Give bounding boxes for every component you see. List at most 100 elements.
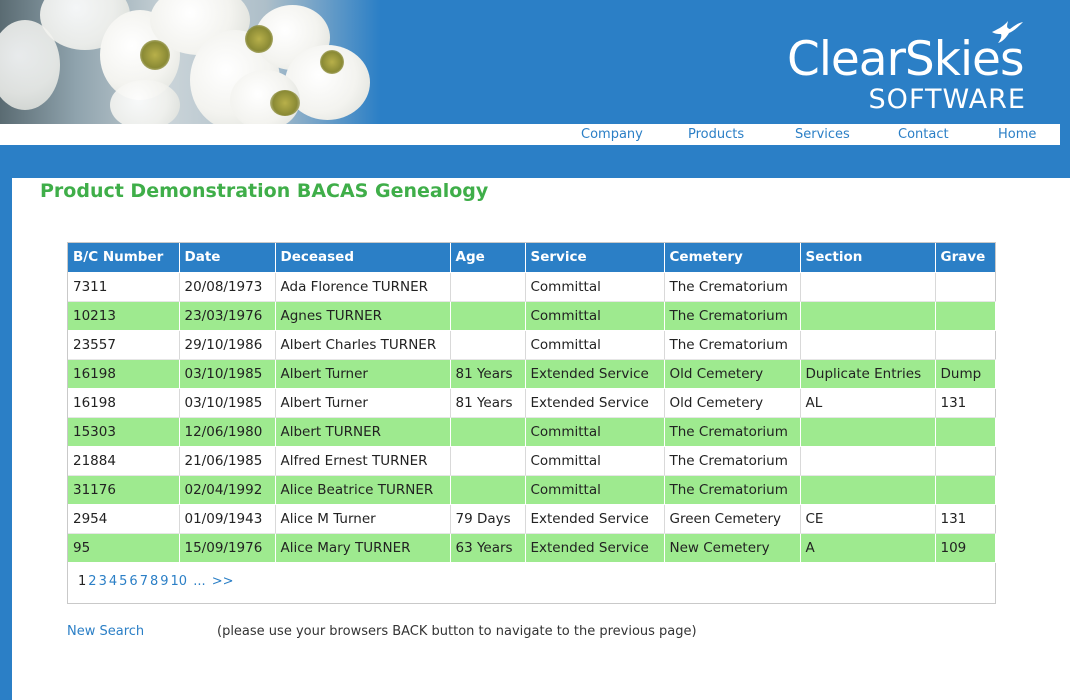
- table-row[interactable]: 7311 20/08/1973 Ada Florence TURNER Committ…: [68, 272, 995, 302]
- table-cell: Albert Charles TURNER: [275, 330, 451, 360]
- table-cell: Alice Beatrice TURNER: [275, 475, 451, 505]
- table-row[interactable]: 23557 29/10/1986 Albert Charles TURNER Comm…: [68, 330, 995, 360]
- table-row[interactable]: 16198 03/10/1985 Albert Turner 81 Years Exte…: [68, 359, 996, 389]
- table-cell: Dump: [935, 359, 996, 389]
- top-nav: Company Products Services Contact Home: [0, 124, 1060, 145]
- table-cell: [935, 272, 995, 302]
- table-cell: [450, 301, 526, 331]
- table-cell: Committal: [525, 301, 665, 331]
- table-cell: 81 Years: [450, 359, 526, 389]
- new-search-link[interactable]: New Search: [67, 624, 144, 639]
- table-cell: [800, 475, 936, 505]
- clearskies-logo[interactable]: ClearSkies SOFTWARE: [787, 18, 1032, 118]
- table-cell: [450, 417, 526, 447]
- table-cell: [800, 301, 936, 331]
- page-link[interactable]: 8: [150, 574, 158, 589]
- page-ellipsis: ...: [193, 574, 206, 589]
- table-cell: [935, 301, 996, 331]
- nav-products[interactable]: Products: [688, 127, 744, 142]
- back-button-note: (please use your browsers BACK button to…: [217, 624, 697, 639]
- table-cell: Old Cemetery: [664, 388, 801, 418]
- table-cell: 02/04/1992: [179, 475, 276, 505]
- table-cell: The Crematorium: [664, 417, 801, 447]
- table-cell: 10213: [68, 301, 180, 331]
- column-header[interactable]: Date: [179, 243, 276, 273]
- table-cell: 63 Years: [450, 533, 526, 563]
- nav-contact[interactable]: Contact: [898, 127, 949, 142]
- table-row[interactable]: 2954 01/09/1943 Alice M Turner 79 Days Exten…: [68, 504, 995, 534]
- column-header[interactable]: Section: [800, 243, 936, 273]
- table-cell: 12/06/1980: [179, 417, 276, 447]
- table-cell: 15/09/1976: [179, 533, 276, 563]
- table-cell: 23557: [68, 330, 180, 360]
- table-cell: Committal: [525, 475, 665, 505]
- table-cell: 21/06/1985: [179, 446, 276, 476]
- table-cell: 79 Days: [450, 504, 526, 534]
- table-cell: 03/10/1985: [179, 359, 276, 389]
- page-link[interactable]: 4: [109, 574, 117, 589]
- results-table: B/C Number Date Deceased Age Service Cem…: [68, 243, 996, 563]
- column-header[interactable]: Grave: [935, 243, 995, 273]
- nav-company[interactable]: Company: [581, 127, 643, 142]
- table-cell: Duplicate Entries: [800, 359, 936, 389]
- page-link[interactable]: 5: [119, 574, 127, 589]
- table-row[interactable]: 15303 12/06/1980 Albert TURNER Committal The…: [68, 417, 996, 447]
- table-cell: Old Cemetery: [664, 359, 801, 389]
- table-cell: Alfred Ernest TURNER: [275, 446, 451, 476]
- column-header[interactable]: Cemetery: [664, 243, 801, 273]
- table-cell: 29/10/1986: [179, 330, 276, 360]
- table-cell: CE: [800, 504, 936, 534]
- site-header: ClearSkies SOFTWARE: [0, 0, 1070, 124]
- table-cell: Committal: [525, 446, 665, 476]
- page-link[interactable]: 10: [171, 574, 188, 589]
- table-cell: New Cemetery: [664, 533, 801, 563]
- blossom-banner-image: [0, 0, 380, 124]
- logo-subtitle: SOFTWARE: [868, 84, 1026, 115]
- column-header[interactable]: Age: [450, 243, 526, 273]
- page-link[interactable]: 2: [88, 574, 96, 589]
- table-header-row: B/C Number Date Deceased Age Service Cem…: [68, 243, 995, 273]
- table-cell: [800, 446, 936, 476]
- table-cell: [450, 272, 526, 302]
- page-link[interactable]: 3: [99, 574, 107, 589]
- page-link[interactable]: 9: [160, 574, 168, 589]
- table-cell: Agnes TURNER: [275, 301, 451, 331]
- table-cell: 20/08/1973: [179, 272, 276, 302]
- table-cell: Albert TURNER: [275, 417, 451, 447]
- page-link[interactable]: 6: [129, 574, 137, 589]
- table-cell: 31176: [68, 475, 180, 505]
- table-cell: The Crematorium: [664, 475, 801, 505]
- table-cell: The Crematorium: [664, 446, 801, 476]
- table-row[interactable]: 21884 21/06/1985 Alfred Ernest TURNER Commi…: [68, 446, 995, 476]
- table-row[interactable]: 95 15/09/1976 Alice Mary TURNER 63 Years Ext…: [68, 533, 996, 563]
- table-cell: [450, 446, 526, 476]
- table-cell: [935, 475, 996, 505]
- table-cell: [800, 417, 936, 447]
- table-cell: 131: [935, 388, 995, 418]
- column-header[interactable]: Deceased: [275, 243, 451, 273]
- page-link[interactable]: 7: [140, 574, 148, 589]
- table-cell: [935, 446, 995, 476]
- table-row[interactable]: 31176 02/04/1992 Alice Beatrice TURNER Comm…: [68, 475, 996, 505]
- column-header[interactable]: B/C Number: [68, 243, 180, 273]
- page-title: Product Demonstration BACAS Genealogy: [40, 180, 489, 202]
- table-cell: [450, 330, 526, 360]
- table-cell: The Crematorium: [664, 272, 801, 302]
- table-cell: Extended Service: [525, 388, 665, 418]
- nav-home[interactable]: Home: [998, 127, 1036, 142]
- table-cell: Ada Florence TURNER: [275, 272, 451, 302]
- current-page: 1: [78, 574, 87, 589]
- table-cell: 15303: [68, 417, 180, 447]
- table-cell: Committal: [525, 272, 665, 302]
- table-cell: The Crematorium: [664, 301, 801, 331]
- table-row[interactable]: 16198 03/10/1985 Albert Turner 81 Years Exte…: [68, 388, 995, 418]
- table-row[interactable]: 10213 23/03/1976 Agnes TURNER Committal The …: [68, 301, 996, 331]
- table-cell: Extended Service: [525, 359, 665, 389]
- table-cell: [450, 475, 526, 505]
- nav-services[interactable]: Services: [795, 127, 850, 142]
- table-cell: AL: [800, 388, 936, 418]
- next-pages-link[interactable]: >>: [212, 574, 234, 589]
- table-cell: Alice Mary TURNER: [275, 533, 451, 563]
- column-header[interactable]: Service: [525, 243, 665, 273]
- table-cell: [935, 417, 996, 447]
